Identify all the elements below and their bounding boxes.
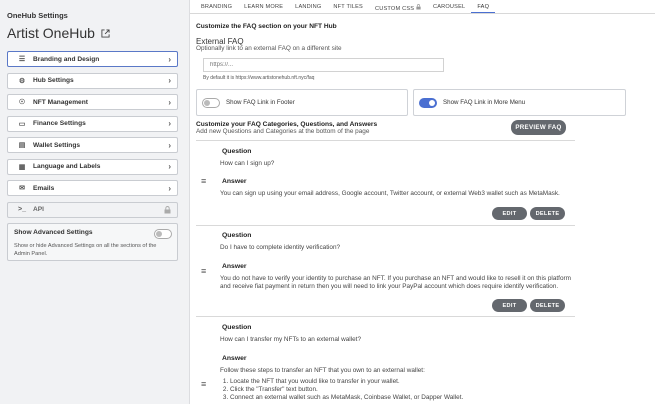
drag-handle-icon[interactable]: ≡ [201, 380, 209, 389]
question-text: How can I sign up? [220, 160, 275, 167]
app-name-text: Artist OneHub [7, 25, 95, 41]
delete-button[interactable]: DELETE [530, 299, 565, 312]
footer-link-toggle[interactable] [202, 97, 220, 108]
customize-title: Customize your FAQ Categories, Questions… [196, 121, 378, 128]
faq-item: Question How can I sign up? ≡ Answer You… [196, 140, 575, 225]
settings-heading: OneHub Settings [7, 11, 68, 20]
settings-nav: ☰ Branding and Design › ⚙ Hub Settings ›… [7, 51, 178, 223]
more-menu-toggle-box: Show FAQ Link in More Menu [413, 89, 626, 116]
language-icon: ▦ [18, 163, 26, 171]
nav-item-label: Finance Settings [33, 120, 86, 127]
external-faq-subtitle: Optionally link to an external FAQ on a … [196, 45, 342, 52]
nav-item-hub-settings[interactable]: ⚙ Hub Settings › [7, 72, 178, 89]
external-faq-url-input[interactable] [203, 58, 444, 72]
tab-carousel[interactable]: CAROUSEL [427, 0, 471, 13]
question-label: Question [222, 232, 252, 239]
faq-item: Question How can I transfer my NFTs to a… [196, 316, 575, 404]
advanced-settings-description: Show or hide Advanced Settings on all th… [14, 243, 157, 257]
advanced-settings-title: Show Advanced Settings [14, 229, 93, 236]
drag-handle-icon[interactable]: ≡ [201, 267, 209, 276]
answer-text: You can sign up using your email address… [220, 190, 560, 197]
delete-button[interactable]: DELETE [530, 207, 565, 220]
envelope-icon: ✉ [19, 185, 25, 192]
footer-link-toggle-label: Show FAQ Link in Footer [226, 99, 295, 106]
gear-icon: ⚙ [18, 77, 26, 85]
tab-custom-css-label: CUSTOM CSS [375, 6, 415, 12]
chevron-right-icon: › [168, 140, 171, 150]
nav-item-label: Branding and Design [33, 55, 100, 63]
trophy-icon: ☉ [18, 99, 26, 106]
nav-item-wallet-settings[interactable]: ▤ Wallet Settings › [7, 137, 178, 153]
nav-item-branding-and-design[interactable]: ☰ Branding and Design › [7, 51, 178, 67]
nav-item-label: Hub Settings [33, 77, 74, 84]
answer-step: Connect an external wallet such as MetaM… [230, 394, 463, 402]
question-text: Do I have to complete identity verificat… [220, 244, 341, 251]
advanced-settings-toggle[interactable] [154, 229, 172, 239]
preview-faq-button[interactable]: PREVIEW FAQ [511, 120, 566, 135]
question-label: Question [222, 324, 252, 331]
chevron-right-icon: › [168, 162, 171, 171]
tab-nft-tiles[interactable]: NFT TILES [327, 0, 369, 13]
nav-item-finance-settings[interactable]: ▭ Finance Settings › [7, 115, 178, 132]
edit-button[interactable]: EDIT [492, 207, 527, 220]
app-name: Artist OneHub [7, 25, 110, 41]
drag-handle-icon[interactable]: ≡ [201, 177, 209, 186]
lock-icon [416, 4, 421, 10]
chevron-right-icon: › [168, 119, 171, 128]
nav-item-label: NFT Management [33, 98, 88, 106]
customize-subtitle: Add new Questions and Categories at the … [196, 128, 370, 135]
terminal-icon: >_ [18, 206, 26, 213]
answer-step: Locate the NFT that you would like to tr… [230, 378, 463, 386]
sidebar: OneHub Settings Artist OneHub ☰ Branding… [0, 0, 190, 404]
answer-text: Follow these steps to transfer an NFT th… [220, 367, 425, 374]
chevron-right-icon: › [168, 183, 171, 193]
tab-bar: BRANDING LEARN MORE LANDING NFT TILES CU… [190, 0, 655, 14]
nav-item-label: Language and Labels [33, 163, 101, 170]
tab-custom-css[interactable]: CUSTOM CSS [369, 0, 427, 13]
edit-button[interactable]: EDIT [492, 299, 527, 312]
answer-steps-list: Locate the NFT that you would like to tr… [230, 378, 463, 402]
chevron-right-icon: › [168, 76, 171, 85]
tab-faq[interactable]: FAQ [471, 0, 496, 13]
answer-label: Answer [222, 263, 247, 270]
chevron-right-icon: › [168, 54, 171, 64]
external-link-icon[interactable] [101, 28, 110, 38]
question-label: Question [222, 148, 252, 155]
answer-text: You do not have to verify your identity … [220, 275, 571, 290]
faq-item: Question Do I have to complete identity … [196, 225, 575, 316]
tab-learn-more[interactable]: LEARN MORE [238, 0, 289, 13]
answer-label: Answer [222, 355, 247, 362]
nav-item-api: >_ API [7, 201, 178, 218]
advanced-settings-panel: Show Advanced Settings Show or hide Adva… [7, 223, 178, 261]
lock-icon [164, 205, 171, 213]
nav-item-language-and-labels[interactable]: ▦ Language and Labels › [7, 158, 178, 175]
tab-landing[interactable]: LANDING [289, 0, 327, 13]
list-icon: ☰ [18, 56, 26, 63]
question-text: How can I transfer my NFTs to an externa… [220, 336, 362, 343]
footer-link-toggle-box: Show FAQ Link in Footer [196, 89, 408, 116]
chevron-right-icon: › [168, 97, 171, 107]
credit-card-icon: ▭ [18, 120, 26, 128]
more-menu-toggle[interactable] [419, 97, 437, 108]
nav-item-emails[interactable]: ✉ Emails › [7, 180, 178, 196]
nav-item-label: API [33, 206, 44, 213]
page-title: Customize the FAQ section on your NFT Hu… [196, 23, 337, 30]
nav-item-label: Emails [33, 184, 55, 192]
nav-item-label: Wallet Settings [33, 141, 81, 149]
external-faq-help: By default it is https://www.artistonehu… [203, 75, 315, 81]
answer-step: Click the "Transfer" text button. [230, 386, 463, 394]
answer-label: Answer [222, 178, 247, 185]
tab-branding[interactable]: BRANDING [195, 0, 238, 13]
wallet-icon: ▤ [18, 142, 26, 149]
nav-item-nft-management[interactable]: ☉ NFT Management › [7, 94, 178, 110]
more-menu-toggle-label: Show FAQ Link in More Menu [443, 99, 526, 106]
